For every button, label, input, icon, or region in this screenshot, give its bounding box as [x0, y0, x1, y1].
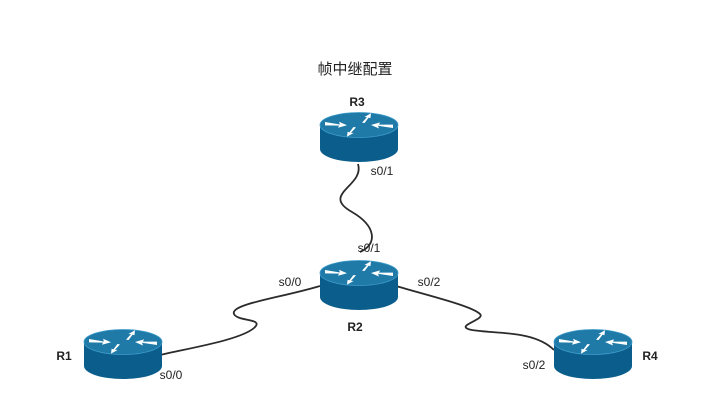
router-r4-icon — [553, 329, 633, 380]
iface-label-r1-s0-0: s0/0 — [160, 368, 183, 382]
diagram-title: 帧中继配置 — [317, 60, 392, 78]
iface-label-r2-s0-1: s0/1 — [358, 241, 381, 255]
router-label-r1: R1 — [56, 349, 72, 363]
link-r3-r2 — [339, 163, 373, 253]
router-r2-icon — [319, 260, 399, 311]
iface-label-r4-s0-2: s0/2 — [523, 358, 546, 372]
router-label-r3: R3 — [349, 95, 365, 109]
iface-label-r2-s0-2: s0/2 — [418, 275, 441, 289]
router-r3-icon — [319, 112, 399, 163]
link-r2-r4 — [395, 285, 555, 351]
link-r2-r1 — [159, 285, 321, 356]
iface-label-r2-s0-0: s0/0 — [279, 275, 302, 289]
network-diagram: 帧中继配置 R3 R2 R1 R4 s0/1 s0/1 s0/0 s0/0 s0… — [56, 60, 658, 382]
iface-label-r3-s0-1: s0/1 — [371, 164, 394, 178]
router-label-r2: R2 — [347, 320, 363, 334]
router-label-r4: R4 — [642, 349, 658, 363]
router-r1-icon — [83, 329, 163, 380]
